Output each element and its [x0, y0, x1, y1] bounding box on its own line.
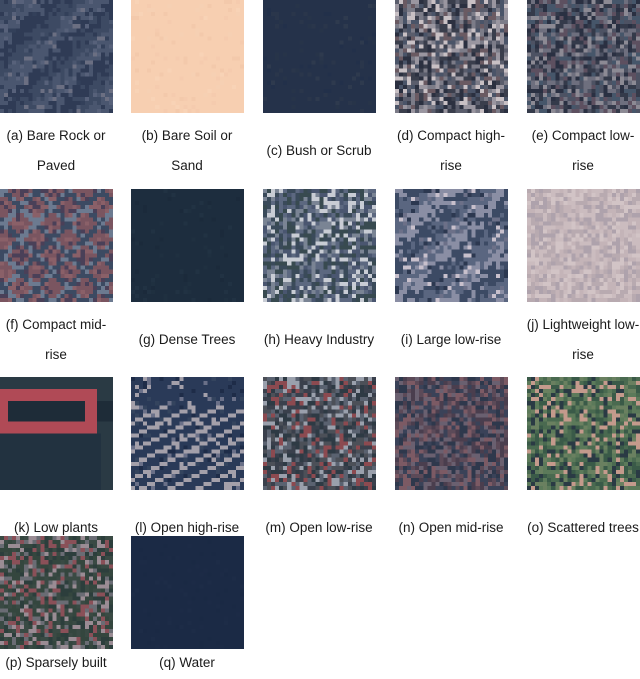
- satellite-patch: [263, 377, 376, 490]
- panel-image-g: [131, 189, 244, 302]
- panel-caption-i: (i) Large low-rise: [386, 325, 516, 355]
- satellite-patch: [527, 377, 640, 490]
- satellite-patch: [131, 189, 244, 302]
- caption-line: (j) Lightweight low-: [526, 317, 640, 332]
- satellite-patch: [0, 377, 113, 490]
- caption-line: (h) Heavy Industry: [263, 332, 375, 347]
- caption-line-2: rise: [572, 158, 594, 173]
- panel-image-q: [131, 536, 244, 649]
- satellite-patch: [0, 189, 113, 302]
- caption-line-2: rise: [45, 347, 67, 362]
- panel-caption-f: (f) Compact mid-rise: [0, 310, 121, 370]
- panel-image-j: [527, 189, 640, 302]
- caption-line-2: rise: [440, 158, 462, 173]
- caption-line: (d) Compact high-: [396, 128, 506, 143]
- satellite-patch: [131, 536, 244, 649]
- caption-line: (e) Compact low-: [531, 128, 635, 143]
- panel-caption-g: (g) Dense Trees: [122, 325, 252, 355]
- panel-caption-o: (o) Scattered trees: [518, 513, 640, 543]
- caption-line: (q) Water: [159, 655, 215, 670]
- caption-line: (n) Open mid-rise: [398, 520, 504, 535]
- caption-line: (i) Large low-rise: [400, 332, 502, 347]
- satellite-patch: [0, 0, 113, 113]
- panel-image-n: [395, 377, 508, 490]
- caption-line: (c) Bush or Scrub: [266, 143, 372, 158]
- panel-image-c: [263, 0, 376, 113]
- satellite-patch: [527, 0, 640, 113]
- panel-caption-c: (c) Bush or Scrub: [254, 136, 384, 166]
- panel-caption-e: (e) Compact low-rise: [518, 121, 640, 181]
- caption-line: (m) Open low-rise: [265, 520, 373, 535]
- caption-line: (f) Compact mid-: [5, 317, 107, 332]
- satellite-patch: [263, 189, 376, 302]
- panel-caption-n: (n) Open mid-rise: [386, 513, 516, 543]
- panel-image-h: [263, 189, 376, 302]
- panel-image-f: [0, 189, 113, 302]
- panel-image-d: [395, 0, 508, 113]
- caption-line-2: Paved: [36, 158, 76, 173]
- panel-caption-d: (d) Compact high-rise: [386, 121, 516, 181]
- satellite-patch: [0, 536, 113, 649]
- caption-line: (b) Bare Soil or: [141, 128, 233, 143]
- satellite-patch: [131, 0, 244, 113]
- caption-line-2: Sand: [171, 158, 203, 173]
- panel-image-p: [0, 536, 113, 649]
- satellite-patch: [527, 189, 640, 302]
- panel-image-m: [263, 377, 376, 490]
- panel-caption-j: (j) Lightweight low-rise: [518, 310, 640, 370]
- satellite-patch: [395, 0, 508, 113]
- panel-caption-q: (q) Water: [122, 648, 252, 678]
- caption-line: (g) Dense Trees: [138, 332, 236, 347]
- panel-image-l: [131, 377, 244, 490]
- caption-line: (o) Scattered trees: [527, 520, 639, 535]
- satellite-patch: [395, 377, 508, 490]
- caption-line: (a) Bare Rock or: [6, 128, 106, 143]
- panel-caption-m: (m) Open low-rise: [254, 513, 384, 543]
- panel-image-e: [527, 0, 640, 113]
- panel-image-i: [395, 189, 508, 302]
- caption-line: (p) Sparsely built: [5, 655, 107, 670]
- satellite-patch: [131, 377, 244, 490]
- panel-image-k: [0, 377, 113, 490]
- satellite-patch: [395, 189, 508, 302]
- panel-caption-h: (h) Heavy Industry: [254, 325, 384, 355]
- panel-image-o: [527, 377, 640, 490]
- panel-caption-p: (p) Sparsely built: [0, 648, 121, 678]
- caption-line-2: rise: [572, 347, 594, 362]
- satellite-patch: [263, 0, 376, 113]
- panel-caption-a: (a) Bare Rock or Paved: [0, 121, 121, 181]
- panel-image-b: [131, 0, 244, 113]
- panel-caption-b: (b) Bare Soil or Sand: [122, 121, 252, 181]
- panel-image-a: [0, 0, 113, 113]
